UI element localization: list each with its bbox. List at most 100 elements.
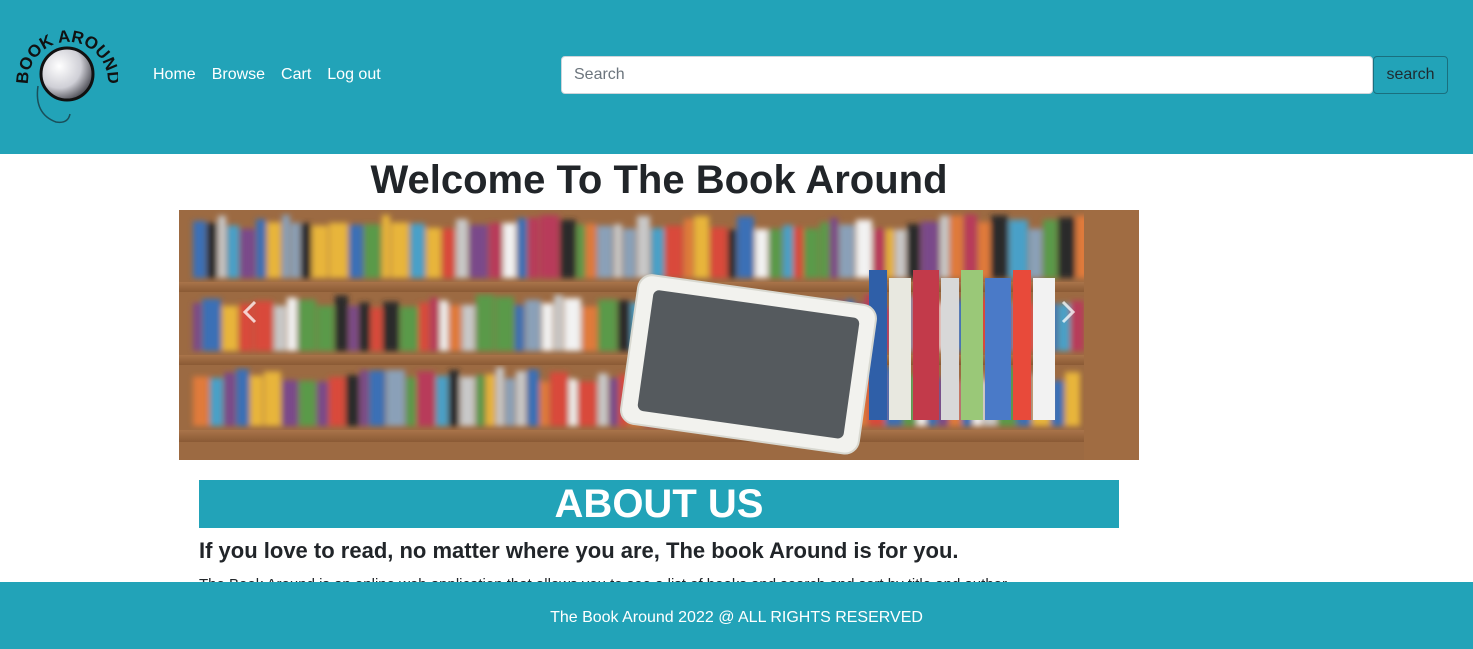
book-spine (609, 378, 618, 426)
book-spine (267, 222, 281, 278)
book-spine (346, 375, 359, 426)
book-spine (476, 375, 485, 426)
book-spine (941, 278, 959, 420)
book-spine (329, 377, 345, 426)
nav-browse-link[interactable]: Browse (212, 64, 265, 86)
book-spine (489, 222, 502, 278)
book-spine (503, 222, 516, 278)
book-spine (961, 270, 983, 420)
book-spine (495, 296, 514, 351)
book-spine (291, 222, 300, 278)
nav-cart-link[interactable]: Cart (281, 64, 311, 86)
book-spine (978, 222, 990, 278)
book-spine (569, 379, 577, 426)
book-spine (542, 303, 553, 351)
book-spine (449, 370, 459, 426)
book-spine (554, 295, 563, 351)
book-spine (540, 215, 559, 278)
book-spine (856, 219, 872, 278)
book-spine (886, 228, 894, 278)
book-spine (250, 375, 263, 426)
book-spine (614, 224, 622, 278)
book-spine (476, 294, 494, 351)
book-spine (382, 215, 390, 278)
book-spine (582, 306, 597, 351)
hero-carousel (179, 210, 1139, 460)
chevron-right-icon (1061, 300, 1076, 324)
book-spine (274, 305, 286, 351)
book-spine (406, 377, 416, 426)
book-spine (359, 302, 370, 351)
book-spine (419, 302, 429, 351)
book-spine (560, 219, 576, 278)
book-spine (1065, 372, 1080, 426)
book-spine (913, 270, 939, 420)
search-button[interactable]: search (1373, 56, 1448, 94)
book-spine (227, 225, 239, 278)
book-spine (820, 222, 829, 278)
book-spine (496, 367, 504, 426)
book-spine (755, 229, 768, 278)
book-spine (410, 223, 425, 278)
book-spine (794, 227, 803, 278)
book-spine (256, 219, 266, 278)
chevron-left-icon (242, 300, 257, 324)
book-around-logo[interactable]: BOOK AROUND (13, 24, 123, 128)
book-spine (301, 223, 311, 278)
book-spine (597, 225, 613, 278)
book-spine (349, 224, 363, 278)
book-spine (694, 216, 709, 278)
book-spine (598, 373, 608, 426)
book-spine (1013, 270, 1031, 420)
book-spine (525, 299, 541, 351)
book-spine (598, 299, 617, 351)
book-spine (637, 216, 650, 278)
book-spine (804, 228, 819, 278)
book-spine (207, 222, 217, 278)
book-spine (550, 372, 568, 426)
book-spine (684, 218, 693, 278)
book-spine (224, 372, 235, 426)
book-spine (369, 370, 385, 426)
carousel-prev-button[interactable] (233, 294, 269, 330)
book-spine (1043, 219, 1057, 278)
book-spine (440, 300, 448, 351)
book-spine (460, 376, 475, 426)
book-spine (940, 215, 949, 278)
search-input[interactable] (561, 56, 1373, 94)
book-spine (486, 374, 495, 426)
nav-home-link[interactable]: Home (153, 64, 196, 86)
book-spine (329, 222, 348, 278)
book-spine (985, 278, 1011, 420)
book-spine (240, 228, 255, 278)
book-spine (540, 381, 549, 426)
book-spine (1009, 219, 1028, 278)
book-spine (991, 215, 1008, 278)
book-spine (586, 223, 596, 278)
book-spine (210, 378, 223, 426)
book-spine (218, 215, 226, 278)
nav-logout-link[interactable]: Log out (327, 64, 380, 86)
bookshelf-image (179, 210, 1139, 460)
footer-copyright: The Book Around 2022 @ ALL RIGHTS RESERV… (550, 609, 923, 626)
book-spine (436, 376, 448, 426)
book-spine (462, 304, 475, 351)
book-spine (417, 371, 435, 426)
book-spine (515, 305, 524, 351)
book-spine (769, 228, 782, 278)
carousel-next-button[interactable] (1049, 294, 1085, 330)
book-spine (282, 214, 290, 278)
book-spine (426, 227, 441, 278)
book-spine (193, 376, 209, 426)
book-spine (830, 217, 838, 278)
book-spine (839, 224, 855, 278)
about-tagline: If you love to read, no matter where you… (199, 538, 959, 563)
book-spine (349, 305, 358, 351)
book-spine (737, 216, 754, 278)
page-title: Welcome To The Book Around (370, 158, 948, 202)
book-spine (1058, 217, 1075, 278)
book-spine (964, 214, 977, 278)
book-spine (907, 223, 920, 278)
book-spine (710, 227, 727, 278)
about-heading: ABOUT US (554, 482, 764, 526)
